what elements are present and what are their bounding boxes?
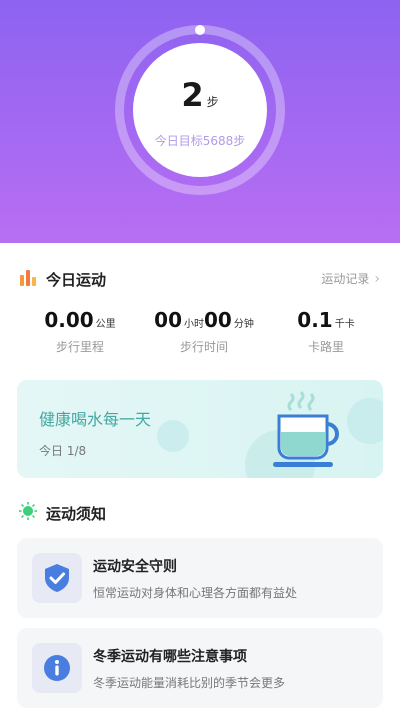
notice-desc: 冬季运动能量消耗比别的季节会更多 [93,676,286,690]
stat-duration: 00 小时00 分钟 步行时间 [144,308,264,355]
stat-calories: 0.1 千卡 卡路里 [266,308,386,355]
coffee-cup-icon [269,388,349,474]
water-card-progress: 今日 1/8 [39,444,87,458]
steps-header: 2步 今日目标5688步 [0,0,400,243]
decor-bubble [347,398,383,444]
exercise-record-label: 运动记录 [321,272,370,286]
notice-title: 运动安全守则 [93,559,177,575]
notice-title: 冬季运动有哪些注意事项 [93,649,247,665]
calories-unit: 千卡 [334,319,355,330]
distance-unit: 公里 [95,319,116,330]
calories-value: 0.1 [297,308,333,332]
steps-goal: 今日目标5688步 [154,134,246,148]
water-reminder-card[interactable]: 健康喝水每一天 今日 1/8 [17,380,383,478]
info-icon [32,643,82,693]
shield-check-icon [32,553,82,603]
lightbulb-icon [18,501,38,525]
notice-section-header: 运动须知 [18,501,106,525]
duration-label: 步行时间 [179,340,228,354]
exercise-record-link[interactable]: 运动记录 › [321,270,380,287]
notice-card-safety[interactable]: 运动安全守则 恒常运动对身体和心理各方面都有益处 [17,538,383,618]
notice-section-title: 运动须知 [46,504,107,523]
steps-progress-indicator [195,25,205,35]
notice-desc: 恒常运动对身体和心理各方面都有益处 [93,586,298,600]
bar-chart-icon [18,267,38,291]
today-section-title: 今日运动 [46,270,107,289]
calories-label: 卡路里 [307,340,344,354]
notice-card-winter[interactable]: 冬季运动有哪些注意事项 冬季运动能量消耗比别的季节会更多 [17,628,383,708]
duration-minutes-value: 00 [204,308,232,332]
distance-label: 步行里程 [55,340,104,354]
duration-minutes-unit: 分钟 [233,319,254,330]
duration-hours-unit: 小时 [184,319,204,330]
distance-value: 0.00 [44,308,94,332]
chevron-right-icon: › [374,270,380,287]
today-section-header: 今日运动 [18,267,106,291]
stat-distance: 0.00 公里 步行里程 [20,308,140,355]
water-card-title: 健康喝水每一天 [39,410,152,429]
decor-bubble [157,420,189,452]
duration-hours-value: 00 [154,308,182,332]
steps-count: 2步 [133,76,267,114]
steps-value: 2 [181,76,204,114]
steps-unit: 步 [206,95,219,109]
